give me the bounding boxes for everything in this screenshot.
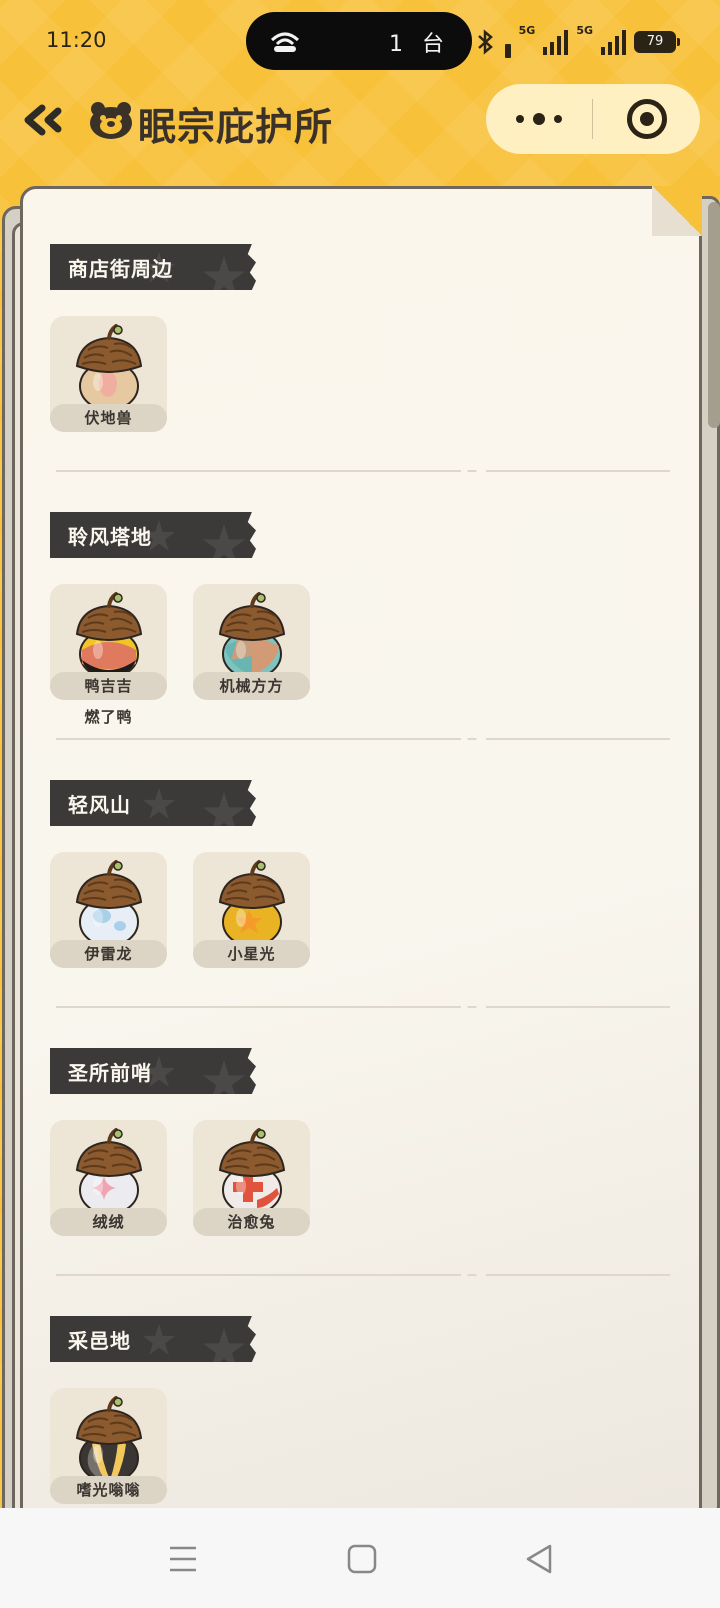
pet-item[interactable]: 伏地兽 bbox=[50, 316, 167, 432]
pet-item[interactable]: 绒绒 bbox=[50, 1120, 167, 1236]
section-title: 商店街周边 bbox=[68, 257, 173, 281]
pet-label: 伏地兽 bbox=[50, 404, 167, 432]
section-divider bbox=[56, 1006, 670, 1008]
back-button[interactable] bbox=[22, 100, 64, 140]
pet-label: 嗜光嗡嗡 bbox=[50, 1476, 167, 1504]
square-home-icon[interactable] bbox=[345, 1542, 379, 1576]
pet-item[interactable]: 治愈兔 bbox=[193, 1120, 310, 1236]
section-divider bbox=[56, 470, 670, 472]
section-title: 轻风山 bbox=[68, 793, 131, 817]
triangle-back-icon[interactable] bbox=[522, 1542, 556, 1576]
section-title: 采邑地 bbox=[68, 1329, 131, 1353]
acorn-tan-icon bbox=[75, 324, 143, 411]
pet-sublabel: 燃了鸭 bbox=[84, 708, 133, 726]
section-title: 圣所前哨 bbox=[68, 1061, 152, 1085]
acorn-pink-sparkle-icon bbox=[75, 1128, 143, 1215]
pet-label: 小星光 bbox=[193, 940, 310, 968]
acorn-teal-check-icon bbox=[218, 592, 286, 679]
pet-list: 伊雷龙 小星光 bbox=[50, 852, 310, 968]
pet-item[interactable]: 嗜光嗡嗡 bbox=[50, 1388, 167, 1504]
pet-list: 鸭吉吉燃了鸭 机械方方 bbox=[50, 584, 310, 726]
more-dot-center bbox=[533, 113, 545, 125]
pet-list: 嗜光嗡嗡 bbox=[50, 1388, 167, 1504]
more-dot-right bbox=[554, 115, 562, 123]
signal2-label: 5G bbox=[576, 24, 593, 37]
pet-label: 伊雷龙 bbox=[50, 940, 167, 968]
page-title: 眠宗庇护所 bbox=[138, 105, 334, 149]
scrollbar[interactable] bbox=[708, 202, 720, 428]
battery-saver-icon bbox=[504, 44, 511, 58]
pet-label: 鸭吉吉 bbox=[50, 672, 167, 700]
hotspot-icon bbox=[270, 32, 300, 52]
status-bar: 11:20 1 台 5G 5G 79 bbox=[0, 0, 720, 84]
bluetooth-icon bbox=[477, 29, 493, 55]
acorn-red-cross-icon bbox=[218, 1128, 286, 1215]
pet-label: 绒绒 bbox=[50, 1208, 167, 1236]
status-indicators: 5G 5G 79 bbox=[475, 24, 680, 60]
close-button[interactable] bbox=[593, 84, 700, 154]
pet-list: 绒绒 治愈兔 bbox=[50, 1120, 310, 1236]
pet-label: 机械方方 bbox=[193, 672, 310, 700]
section-divider bbox=[56, 1274, 670, 1276]
pet-label: 治愈兔 bbox=[193, 1208, 310, 1236]
pet-item[interactable]: 鸭吉吉 燃了鸭 bbox=[50, 584, 167, 726]
battery-indicator: 79 bbox=[634, 31, 680, 53]
paper-corner-fold bbox=[652, 186, 702, 236]
double-chevron-left-icon bbox=[24, 104, 62, 136]
signal1-label: 5G bbox=[518, 24, 536, 37]
mini-program-capsule bbox=[486, 84, 700, 154]
bear-logo-icon bbox=[90, 102, 132, 139]
system-navigation-bar bbox=[0, 1508, 720, 1608]
pet-item[interactable]: 小星光 bbox=[193, 852, 310, 968]
acorn-ice-icon bbox=[75, 860, 143, 947]
acorn-gold-star-icon bbox=[218, 860, 286, 947]
more-dots-icon bbox=[516, 115, 524, 123]
acorn-yellow-black-icon bbox=[75, 592, 143, 679]
island-count: 1 台 bbox=[389, 32, 450, 57]
dynamic-island[interactable]: 1 台 bbox=[246, 12, 472, 70]
pet-item[interactable]: 机械方方 bbox=[193, 584, 310, 700]
target-ring-icon bbox=[626, 99, 667, 139]
menu-lines-icon[interactable] bbox=[166, 1542, 200, 1576]
section-title: 聆风塔地 bbox=[68, 525, 152, 549]
pet-item[interactable]: 伊雷龙 bbox=[50, 852, 167, 968]
acorn-black-stripe-icon bbox=[75, 1396, 143, 1483]
signal1-icon bbox=[543, 29, 569, 55]
section-divider bbox=[56, 738, 670, 740]
status-time: 11:20 bbox=[46, 28, 107, 52]
pet-list: 伏地兽 bbox=[50, 316, 167, 432]
more-button[interactable] bbox=[486, 84, 592, 154]
signal2-icon bbox=[601, 29, 626, 55]
